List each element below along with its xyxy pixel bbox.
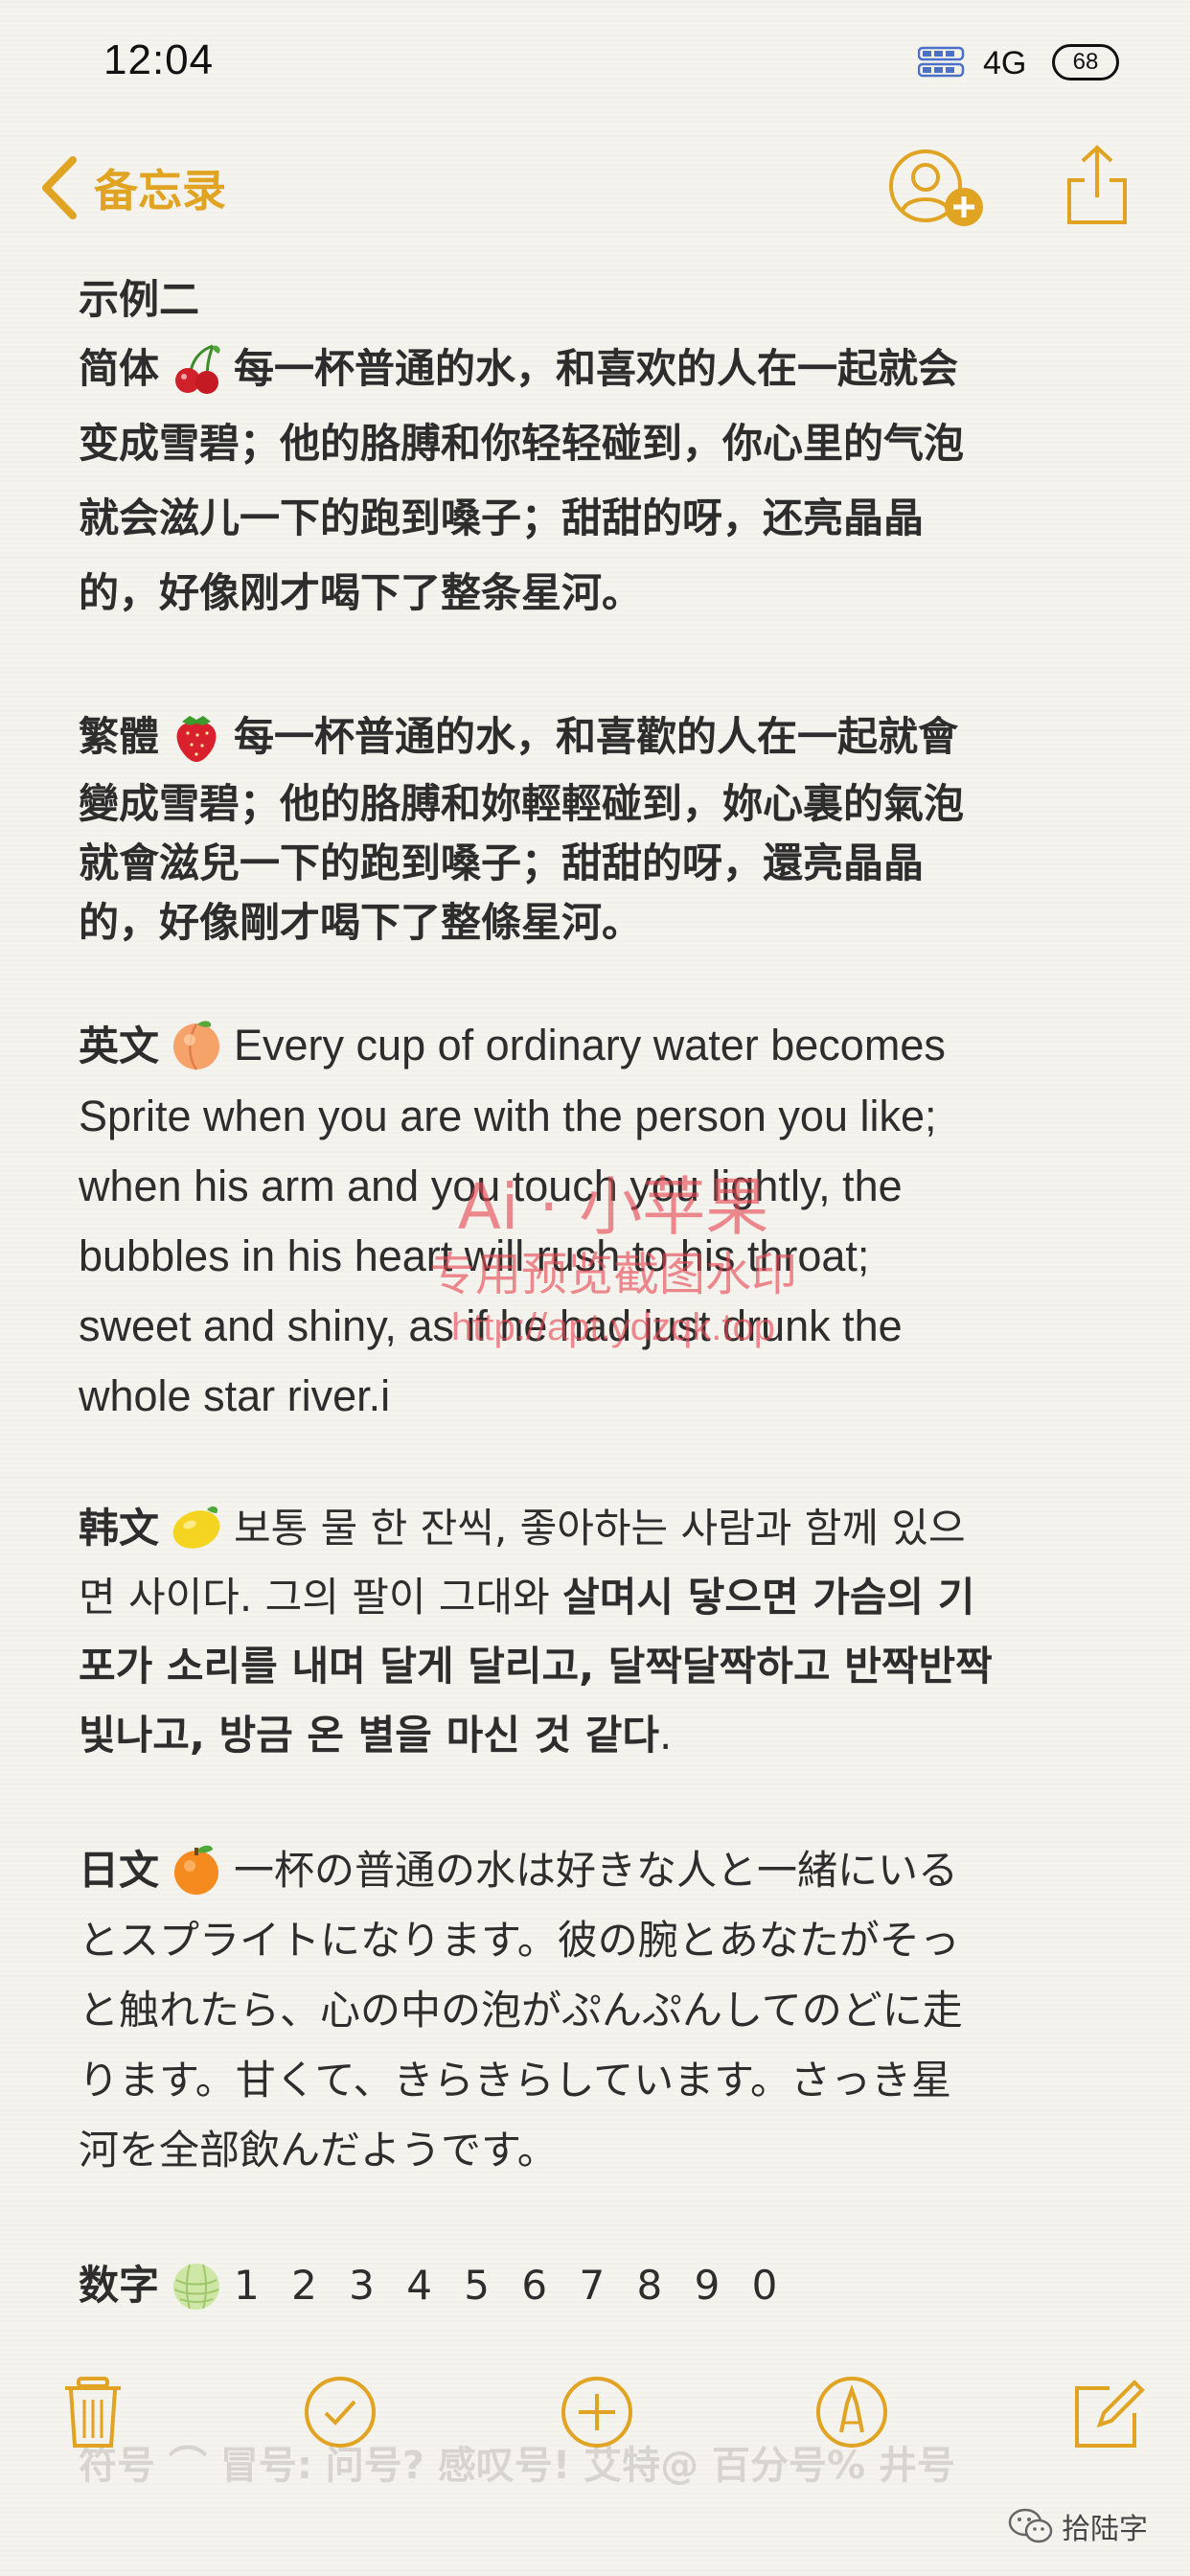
dual-sim-signal-icon <box>918 46 965 78</box>
peach-icon <box>173 1021 220 1070</box>
digits-value: 1 2 3 4 5 6 7 8 9 0 <box>234 2262 788 2309</box>
english-paragraph: 英文 Every cup of ordinary water becomes Sp… <box>79 1010 1113 1431</box>
bottom-toolbar <box>0 2365 1190 2471</box>
digits-paragraph: 数字 1 2 3 4 5 6 7 8 9 0 <box>79 2248 1113 2323</box>
checklist-icon[interactable] <box>303 2375 378 2450</box>
lemon-icon <box>172 1506 220 1549</box>
back-label: 备忘录 <box>94 165 226 217</box>
markup-pen-icon[interactable] <box>814 2375 889 2450</box>
chevron-left-icon <box>42 156 77 219</box>
status-bar: 12:04 4G 68 <box>0 0 1190 125</box>
add-person-icon[interactable] <box>887 148 987 230</box>
orange-icon <box>174 1845 219 1895</box>
note-title: 示例二 <box>79 276 200 323</box>
wechat-icon <box>1008 2508 1053 2543</box>
network-type: 4G <box>983 45 1027 81</box>
simplified-paragraph: 简体 每一杯普通的水，和喜欢的人在一起就会 变成雪碧；他的胳膊和你轻轻碰到，你心里… <box>79 332 1113 631</box>
strawberry-icon <box>176 715 217 762</box>
status-time: 12:04 <box>103 36 215 83</box>
share-icon[interactable] <box>1065 144 1129 226</box>
battery-indicator: 68 <box>1052 44 1119 80</box>
japanese-paragraph: 日文 一杯の普通の水は好きな人と一緒にいる とスプライトになります。彼の腕とあなた… <box>79 1835 1113 2185</box>
back-button[interactable]: 备忘录 <box>38 153 226 222</box>
notes-screen: 12:04 4G 68 备忘录 示例二 简体 每一杯普通的水，和喜欢的人在一起就… <box>0 0 1190 2576</box>
korean-paragraph: 韩文 보통 물 한 잔씩, 좋아하는 사람과 함께 있으 면 사이다. 그의 팔이… <box>79 1494 1113 1770</box>
credit-label: 拾陆字 <box>1062 2513 1148 2546</box>
traditional-paragraph: 繁體 每一杯普通的水，和喜歡的人在一起就會 變成雪碧；他的胳膊和妳輕輕碰到，妳心裏… <box>79 700 1113 953</box>
compose-icon[interactable] <box>1071 2375 1146 2450</box>
add-icon[interactable] <box>560 2375 634 2450</box>
cherries-icon <box>175 344 220 394</box>
wechat-credit: 拾陆字 <box>1008 2505 1148 2547</box>
melon-icon <box>173 2263 220 2310</box>
trash-icon[interactable] <box>56 2375 130 2450</box>
note-body[interactable]: 示例二 简体 每一杯普通的水，和喜欢的人在一起就会 变成雪碧；他的胳膊和你轻轻碰到… <box>79 268 1113 2323</box>
